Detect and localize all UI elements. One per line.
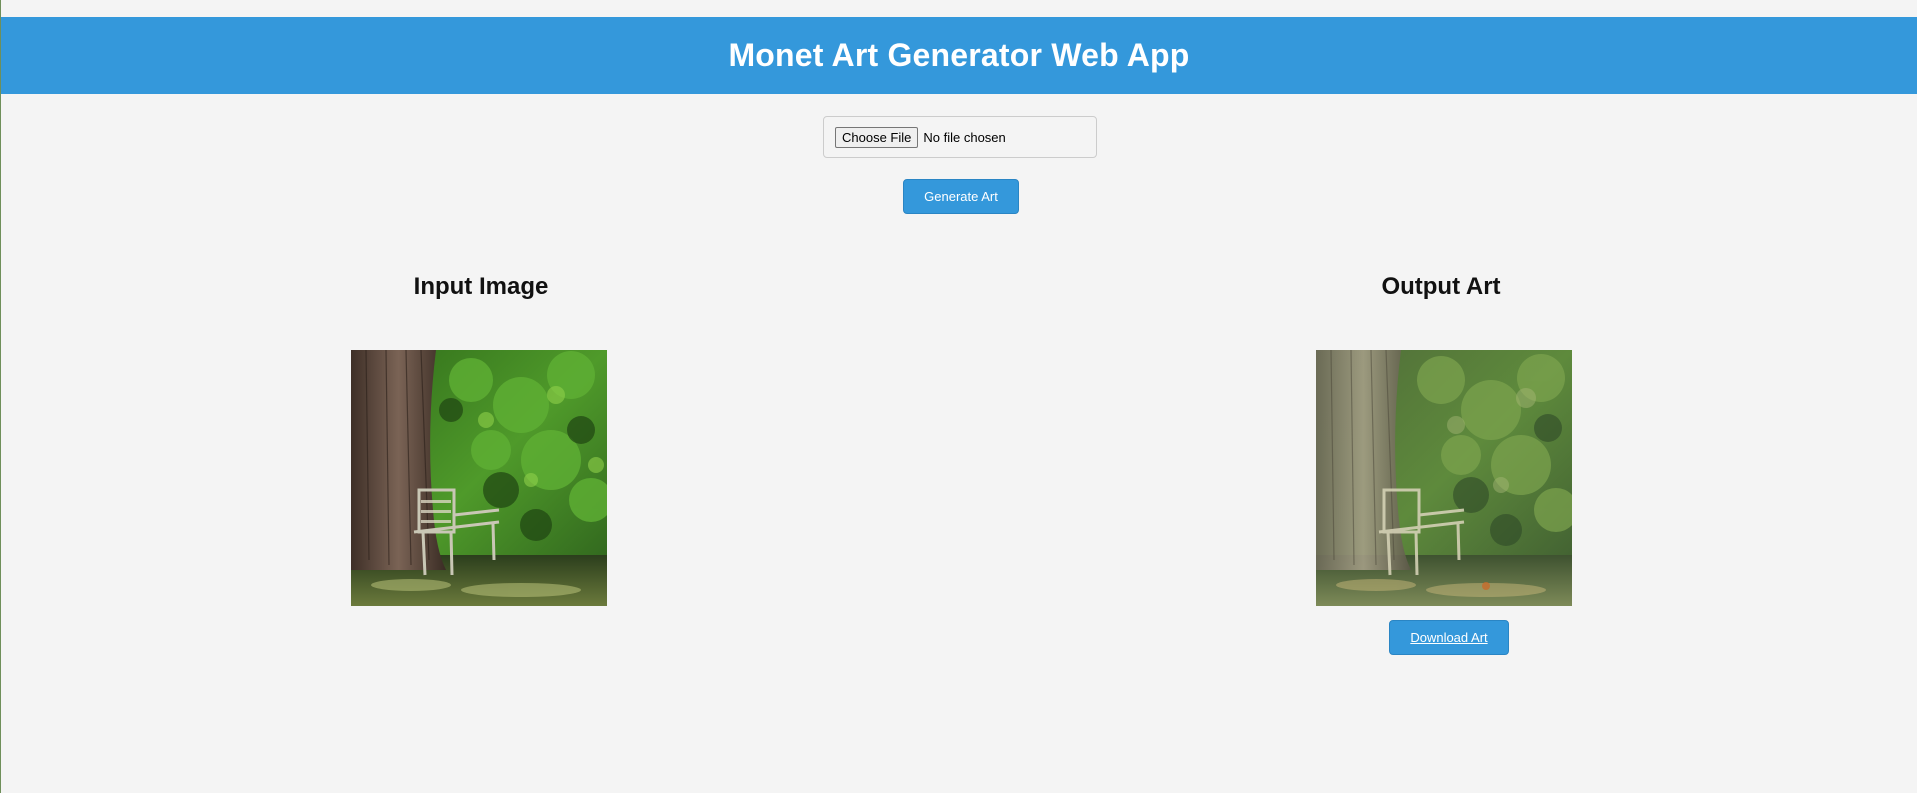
output-art-heading: Output Art	[1381, 273, 1501, 300]
input-image	[351, 350, 607, 606]
choose-file-button[interactable]: Choose File	[835, 126, 919, 148]
file-upload-field[interactable]: Choose File No file chosen	[823, 116, 1097, 158]
page-title: Monet Art Generator Web App	[728, 37, 1190, 73]
download-art-button[interactable]: Download Art	[1389, 620, 1509, 655]
file-status-text: No file chosen	[923, 129, 1006, 145]
input-image-heading: Input Image	[413, 273, 549, 300]
output-art-image	[1316, 350, 1572, 606]
app-header: Monet Art Generator Web App	[1, 17, 1917, 94]
generate-art-button[interactable]: Generate Art	[903, 179, 1019, 214]
